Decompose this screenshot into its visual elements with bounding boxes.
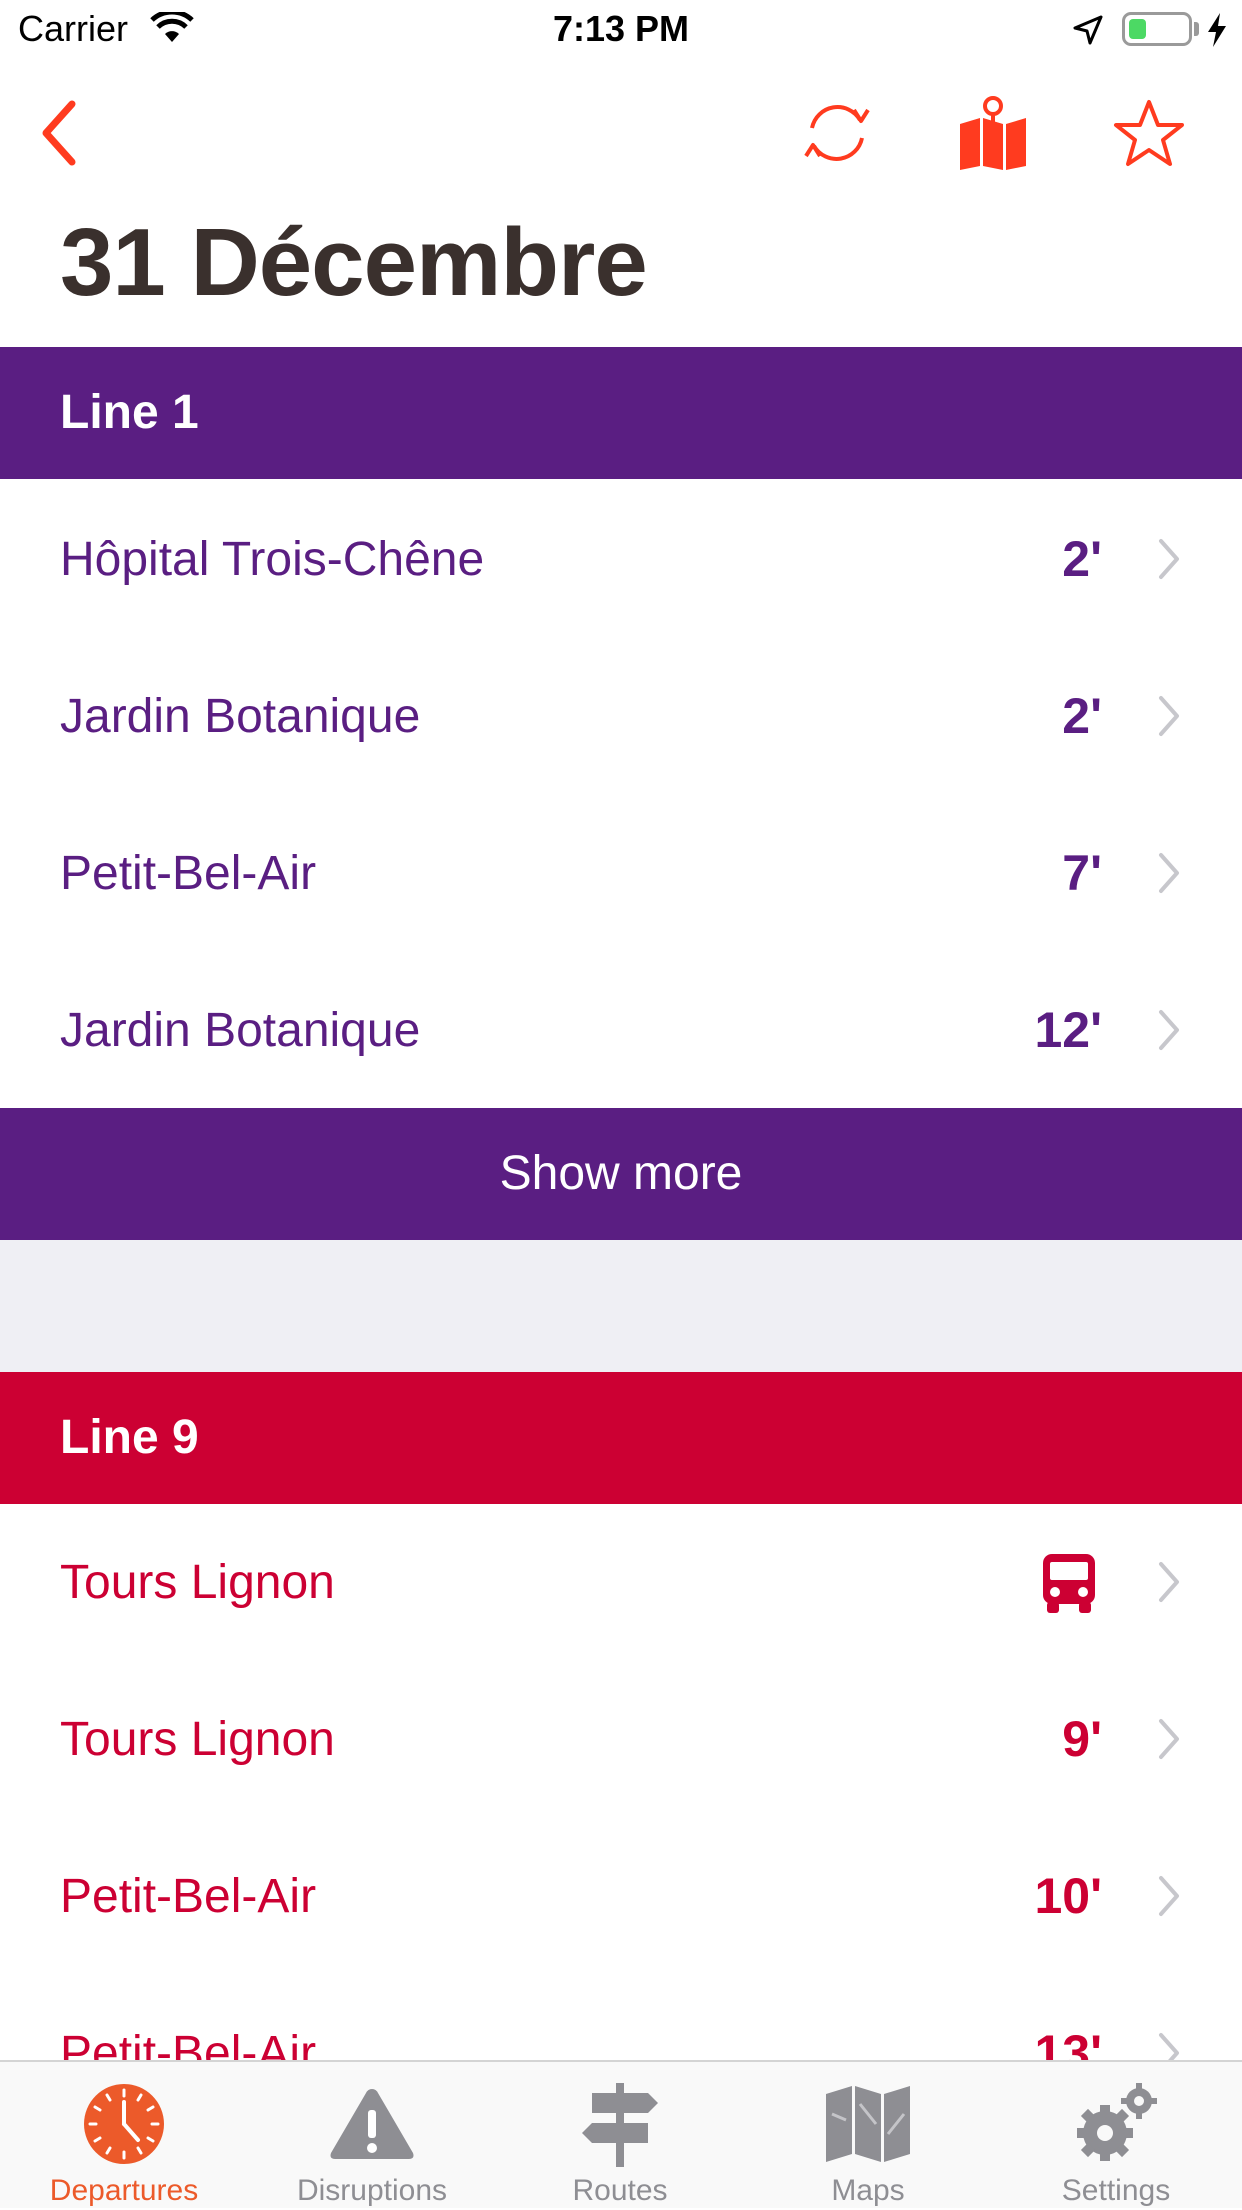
chevron-right-icon	[1159, 539, 1179, 579]
map-button[interactable]	[948, 88, 1038, 178]
favorite-button[interactable]	[1104, 88, 1194, 178]
departure-time: 2'	[1062, 531, 1102, 587]
charging-icon	[1206, 12, 1228, 53]
refresh-button[interactable]	[792, 88, 882, 178]
departure-row[interactable]: Jardin Botanique 2'	[0, 638, 1242, 795]
tab-bar: Departures Disruptions Routes Maps Setti…	[0, 2060, 1242, 2208]
page-title: 31 Décembre	[60, 209, 648, 316]
departure-row[interactable]: Hôpital Trois-Chêne 2'	[0, 481, 1242, 638]
tab-label: Departures	[49, 2174, 199, 2207]
bus-icon	[1043, 1554, 1095, 1613]
gears-icon	[1077, 2083, 1157, 2161]
destination-label: Tours Lignon	[60, 1713, 335, 1766]
warning-icon	[330, 2089, 414, 2159]
tab-settings[interactable]: Settings	[992, 2062, 1240, 2210]
tab-maps[interactable]: Maps	[744, 2062, 992, 2210]
departure-time: 7'	[1062, 845, 1102, 901]
tab-label: Disruptions	[296, 2174, 448, 2207]
departure-time: 2'	[1062, 688, 1102, 744]
chevron-right-icon	[1159, 853, 1179, 893]
chevron-right-icon	[1159, 1876, 1179, 1916]
chevron-right-icon	[1159, 1562, 1179, 1602]
departure-row[interactable]: Petit-Bel-Air 10'	[0, 1818, 1242, 1975]
departure-time: 12'	[1034, 1002, 1102, 1058]
departure-row[interactable]: Petit-Bel-Air 7'	[0, 795, 1242, 952]
navigation-bar	[0, 70, 1242, 180]
back-button[interactable]	[14, 88, 104, 178]
refresh-icon	[804, 105, 870, 161]
destination-label: Hôpital Trois-Chêne	[60, 533, 485, 586]
status-time: 7:13 PM	[552, 8, 690, 49]
clock-icon	[84, 2084, 164, 2164]
destination-label: Petit-Bel-Air	[60, 847, 317, 900]
tab-routes[interactable]: Routes	[496, 2062, 744, 2210]
show-more-button[interactable]: Show more	[0, 1108, 1242, 1240]
signpost-icon	[582, 2083, 658, 2167]
chevron-right-icon	[1159, 1010, 1179, 1050]
tab-disruptions[interactable]: Disruptions	[248, 2062, 496, 2210]
departure-time: 9'	[1062, 1711, 1102, 1767]
section-header-line-9: Line 9	[0, 1372, 1242, 1504]
section-spacer	[0, 1240, 1242, 1372]
map-pin-icon	[960, 96, 1026, 170]
departure-time: 10'	[1034, 1868, 1102, 1924]
battery-icon	[1122, 12, 1192, 46]
tab-label: Routes	[572, 2174, 668, 2207]
departure-row[interactable]: Tours Lignon	[0, 1504, 1242, 1661]
chevron-left-icon	[42, 100, 76, 166]
tab-departures[interactable]: Departures	[0, 2062, 248, 2210]
battery-level	[1129, 19, 1146, 39]
chevron-right-icon	[1159, 696, 1179, 736]
location-arrow-icon	[1072, 14, 1104, 51]
destination-label: Tours Lignon	[60, 1556, 335, 1609]
chevron-right-icon	[1159, 1719, 1179, 1759]
destination-label: Jardin Botanique	[60, 1004, 421, 1057]
battery-tip	[1194, 22, 1199, 36]
star-icon	[1114, 100, 1184, 166]
departure-row[interactable]: Jardin Botanique 12'	[0, 952, 1242, 1109]
destination-label: Jardin Botanique	[60, 690, 421, 743]
section-header-line-1: Line 1	[0, 347, 1242, 479]
tab-label: Maps	[831, 2174, 905, 2207]
map-icon	[826, 2086, 910, 2162]
departure-row[interactable]: Tours Lignon 9'	[0, 1661, 1242, 1818]
status-bar: Carrier 7:13 PM	[0, 0, 1242, 60]
tab-label: Settings	[1061, 2174, 1171, 2207]
destination-label: Petit-Bel-Air	[60, 1870, 317, 1923]
